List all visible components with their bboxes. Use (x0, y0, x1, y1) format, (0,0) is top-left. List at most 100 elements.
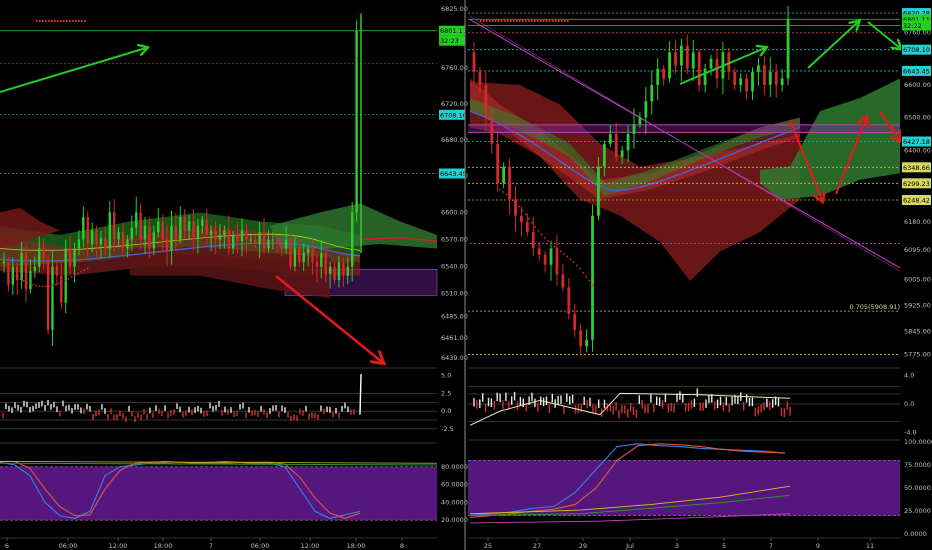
candle (82, 216, 85, 240)
candle (656, 68, 660, 85)
x-tick-label: 25 (484, 542, 492, 550)
candle (271, 239, 275, 241)
candle (490, 117, 494, 144)
x-tick-label: 06:00 (59, 542, 78, 550)
signal-dot (78, 20, 80, 22)
axis-tick: 6500.00 (904, 114, 931, 122)
signal-dot (534, 20, 536, 22)
candle (644, 101, 648, 118)
price-tag-label: 6643.45 (440, 170, 467, 178)
candle (60, 275, 63, 303)
axis-tick: 6680.00 (441, 136, 468, 144)
x-tick-label: 5 (722, 542, 726, 550)
psar-dot (70, 276, 73, 279)
signal-dot (60, 20, 62, 22)
price-tag-label: 6248.42 (903, 196, 930, 204)
signal-dot (63, 20, 65, 22)
signal-dot (81, 20, 83, 22)
candle (218, 234, 222, 240)
axis-tick: 6095.00 (904, 246, 931, 254)
candle (626, 133, 630, 151)
candle (187, 221, 191, 231)
candle (99, 237, 103, 244)
candle (537, 248, 541, 255)
candle (262, 232, 266, 249)
psar-dot (57, 282, 60, 285)
psar-dot (566, 255, 569, 258)
candle (320, 253, 323, 267)
stoch-tick: 40.0000 (441, 498, 468, 506)
price-tag-label: 6299.23 (903, 180, 930, 188)
candle (543, 254, 547, 265)
signal-dot (564, 20, 566, 22)
candle (112, 212, 116, 240)
psar-dot (22, 279, 25, 282)
signal-dot (528, 20, 530, 22)
x-tick-label: 27 (533, 542, 541, 550)
osc-tick: 0.0 (904, 400, 914, 408)
candle (165, 239, 169, 251)
candle (573, 313, 577, 331)
signal-dot (540, 20, 542, 22)
psar-dot (38, 285, 41, 288)
candle (196, 225, 200, 238)
candle (355, 30, 358, 213)
signal-dot (48, 20, 50, 22)
candle (762, 65, 766, 85)
psar-dot (61, 281, 63, 284)
candle (620, 150, 624, 157)
signal-dot (72, 20, 74, 22)
psar-dot (569, 258, 572, 261)
x-tick-label: Jul (625, 542, 634, 550)
psar-dot (508, 196, 511, 199)
candle (280, 244, 283, 249)
candle (90, 230, 94, 244)
psar-dot (511, 199, 514, 201)
candle (697, 52, 701, 85)
axis-tick: 6600.00 (441, 208, 468, 216)
candle (306, 248, 310, 254)
psar-dot (518, 205, 521, 208)
axis-tick: 6439.00 (441, 354, 468, 362)
psar-dot (77, 272, 79, 275)
candle (33, 266, 37, 272)
psar-dot (556, 248, 559, 250)
axis-tick: 6720.00 (441, 100, 468, 108)
signal-dot (42, 20, 44, 22)
candle (86, 216, 89, 244)
candle (739, 78, 743, 85)
axis-tick: 5925.00 (904, 302, 931, 310)
psar-dot (86, 267, 89, 270)
axis-tick: 6461.00 (441, 334, 468, 342)
axis-tick: 5775.00 (904, 351, 931, 359)
candle (298, 248, 301, 263)
chart-workspace[interactable]: 6825.006760.006720.006680.006640.006600.… (0, 0, 932, 550)
signal-dot (486, 20, 488, 22)
x-tick-label: 29 (579, 542, 587, 550)
stoch-tick: 0.0000 (904, 530, 927, 538)
candle (680, 45, 683, 66)
psar-dot (575, 264, 578, 267)
signal-dot (525, 20, 527, 22)
candle (733, 71, 737, 85)
psar-dot (537, 229, 540, 232)
signal-dot (495, 20, 497, 22)
stoch-tick: 25.0000 (904, 507, 931, 515)
candle (561, 274, 565, 288)
osc-tick: 4.0 (904, 372, 914, 380)
candle (555, 248, 559, 275)
price-tag-label: 6708.10 (903, 46, 930, 54)
candle (346, 266, 349, 276)
signal-dot (51, 20, 53, 22)
candle (240, 230, 244, 242)
psar-dot (80, 270, 83, 273)
psar-dot (579, 268, 581, 270)
axis-tick: 6825.00 (441, 5, 468, 13)
x-tick-label: 7 (769, 542, 773, 550)
candle (209, 230, 213, 235)
psar-dot (13, 274, 15, 277)
x-tick-label: 11 (866, 542, 874, 550)
candle (64, 248, 67, 303)
candle (311, 248, 314, 263)
psar-dot (29, 282, 31, 285)
